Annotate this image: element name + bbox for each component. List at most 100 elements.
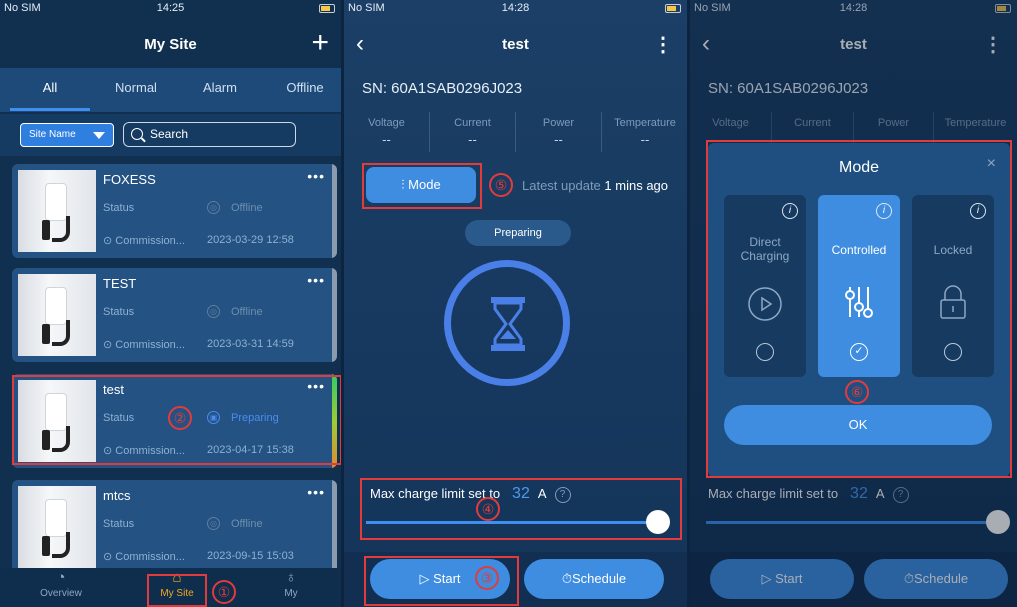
mode-option-locked[interactable]: i Locked (912, 195, 994, 377)
option-label: Direct Charging (740, 235, 790, 263)
slider-track[interactable] (366, 521, 658, 524)
hourglass-icon (444, 260, 570, 386)
status-label: Status (103, 518, 135, 530)
charger-image (18, 170, 96, 252)
mode-dialog: Mode × i Direct Charging i Controlled ✓ (708, 143, 1010, 477)
marker-3: ③ (475, 566, 499, 590)
more-icon[interactable]: ••• (307, 484, 325, 500)
mode-option-direct[interactable]: i Direct Charging (724, 195, 806, 377)
nav-bar: ‹ test ⋮ (344, 22, 687, 68)
charger-image (18, 380, 96, 462)
serial-number: SN: 60A1SAB0296J023 (362, 80, 523, 97)
nav-my-label: My (284, 588, 298, 599)
card-edge (332, 480, 337, 574)
filter-tabs: All Normal Alarm Offline (0, 68, 341, 112)
nav-overview-label: Overview (40, 588, 82, 599)
metrics-row: Voltage -- Current -- Power -- Temperature -… (344, 112, 687, 158)
nav-bar: My Site + (0, 22, 341, 68)
nav-my-site[interactable]: ⌂ My Site (132, 568, 222, 599)
latest-update: Latest update 1 mins ago (522, 178, 669, 193)
tab-offline[interactable]: Offline (255, 68, 341, 112)
sliders-icon (845, 287, 873, 318)
site-card[interactable]: FOXESS ••• Status ◎ Offline ⊙ Commission… (12, 164, 337, 258)
device-detail-screen: No SIM 14:28 ‹ test ⋮ SN: 60A1SAB0296J02… (344, 0, 687, 607)
battery-icon (319, 4, 335, 13)
check-circle-icon[interactable]: ✓ (850, 343, 868, 361)
home-icon: ⌂ (172, 569, 182, 586)
more-vertical-icon[interactable]: ⋮ (653, 32, 673, 57)
user-icon: ♁ (285, 569, 297, 586)
nav-overview[interactable]: ◔ Overview (16, 568, 106, 599)
status-value: Preparing (231, 412, 279, 424)
status-label: Status (103, 412, 135, 424)
nav-my[interactable]: ♁ My (246, 568, 336, 599)
search-input[interactable]: Search (123, 122, 296, 147)
pie-chart-icon: ◔ (56, 569, 66, 586)
max-charge-label: Max charge limit set to 32 A? (370, 485, 571, 503)
mode-button-label: Mode (408, 177, 441, 192)
commission-date: 2023-03-29 12:58 (207, 234, 294, 246)
help-icon: ? (554, 486, 571, 503)
marker-5: ⑤ (489, 173, 513, 197)
more-icon[interactable]: ••• (307, 378, 325, 394)
mode-option-controlled[interactable]: i Controlled ✓ (818, 195, 900, 377)
site-name: FOXESS (103, 172, 156, 187)
info-icon[interactable]: i (970, 203, 986, 219)
charger-state-badge: Preparing (465, 220, 571, 246)
ok-button[interactable]: OK (724, 405, 992, 445)
page-title: My Site (144, 36, 197, 53)
dialog-title: Mode (838, 159, 880, 176)
max-charge-slider[interactable]: Max charge limit set to 32 A? (362, 480, 676, 538)
status-value: Offline (231, 306, 263, 318)
action-bar: ▷ Start ⏱Schedule (344, 552, 687, 607)
option-label: Controlled (831, 243, 887, 257)
site-name: mtcs (103, 488, 131, 503)
card-edge (332, 164, 337, 258)
status-icon: ◎ (207, 201, 220, 214)
slider-knob[interactable] (646, 510, 670, 534)
sliders-icon: ⫶ (401, 177, 405, 192)
site-list: FOXESS ••• Status ◎ Offline ⊙ Commission… (0, 156, 341, 574)
search-placeholder: Search (150, 127, 189, 141)
more-icon[interactable]: ••• (307, 272, 325, 288)
site-card[interactable]: TEST ••• Status ◎ Offline ⊙ Commission..… (12, 268, 337, 362)
status-time: 14:28 (501, 2, 530, 14)
radio-button[interactable] (944, 343, 962, 361)
marker-1: ① (212, 580, 236, 604)
lock-icon (940, 285, 966, 319)
mode-button[interactable]: ⫶ Mode (366, 167, 476, 203)
charger-image (18, 274, 96, 356)
status-bar: No SIM 14:28 (344, 0, 687, 18)
metric-current: Current -- (430, 112, 516, 152)
status-icon: ◎ (207, 517, 220, 530)
metric-temperature: Temperature -- (614, 117, 676, 147)
commission-label: ⊙ Commission... (103, 445, 185, 457)
commission-label: ⊙ Commission... (103, 235, 185, 247)
play-icon (748, 287, 782, 321)
status-time: 14:25 (156, 2, 185, 14)
commission-date: 2023-04-17 15:38 (207, 444, 294, 456)
add-site-button[interactable]: + (311, 26, 329, 60)
info-icon[interactable]: i (876, 203, 892, 219)
radio-button[interactable] (756, 343, 774, 361)
status-label: Status (103, 202, 135, 214)
bottom-nav: ◔ Overview ⌂ My Site ♁ My (0, 568, 341, 607)
marker-6: ⑥ (845, 380, 869, 404)
info-icon[interactable]: i (782, 203, 798, 219)
tab-all[interactable]: All (0, 68, 100, 112)
more-icon[interactable]: ••• (307, 168, 325, 184)
schedule-button[interactable]: ⏱Schedule (524, 559, 664, 599)
battery-icon (665, 4, 681, 13)
site-name-dropdown[interactable]: Site Name (20, 123, 114, 147)
card-edge (332, 374, 337, 468)
close-icon[interactable]: × (987, 155, 996, 173)
status-icon: ◎ (207, 305, 220, 318)
card-edge (332, 268, 337, 362)
my-site-screen: No SIM 14:25 My Site + All Normal Alarm … (0, 0, 341, 607)
search-icon (131, 128, 143, 140)
status-label: Status (103, 306, 135, 318)
commission-date: 2023-03-31 14:59 (207, 338, 294, 350)
commission-label: ⊙ Commission... (103, 339, 185, 351)
status-value: Offline (231, 202, 263, 214)
site-card[interactable]: mtcs ••• Status ◎ Offline ⊙ Commission..… (12, 480, 337, 574)
